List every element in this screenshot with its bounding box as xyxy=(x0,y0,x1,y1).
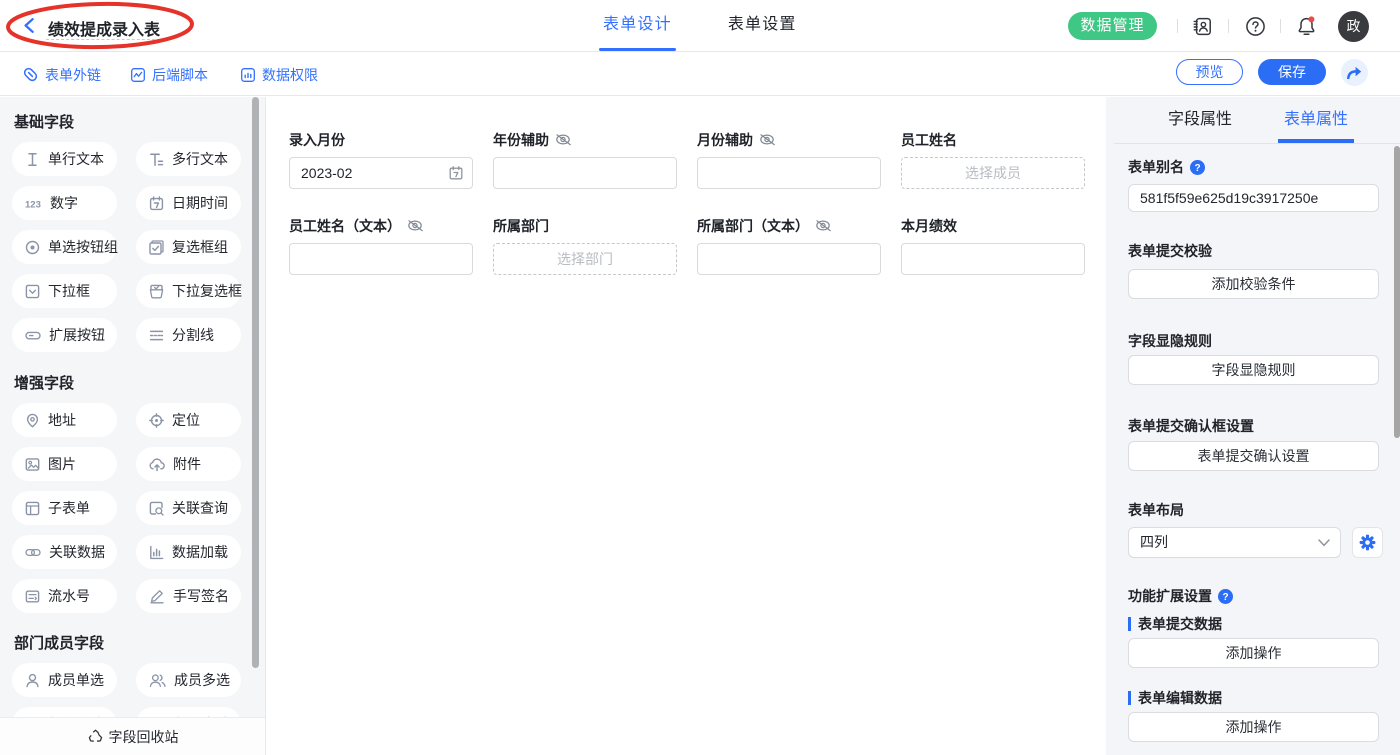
svg-text:?: ? xyxy=(1194,163,1200,174)
svg-text:?: ? xyxy=(1222,592,1228,603)
svg-text:123: 123 xyxy=(25,199,41,210)
